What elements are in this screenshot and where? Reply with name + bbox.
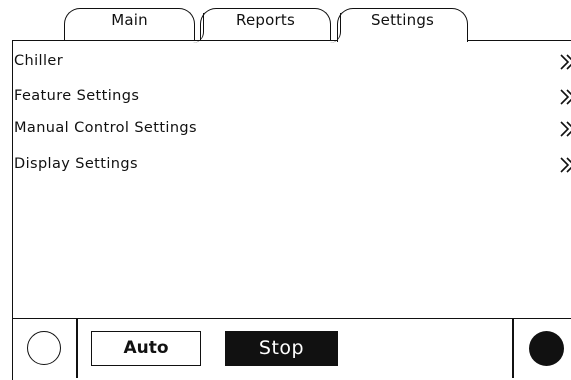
tab-main[interactable]: Main [64,8,195,41]
tab-reports[interactable]: Reports [200,8,331,43]
filled-circle-icon[interactable] [529,331,564,366]
tab-reports-notch [193,13,204,43]
menu-item-label: Feature Settings [14,88,140,104]
auto-button[interactable]: Auto [91,331,201,366]
menu-item-feature-settings[interactable]: Feature Settings [14,82,571,110]
double-chevron-right-icon [560,89,571,105]
double-chevron-right-icon [560,54,571,70]
stop-button[interactable]: Stop [225,331,338,366]
auto-button-label: Auto [123,338,169,358]
divider [76,318,78,378]
double-chevron-right-icon [560,157,571,173]
tab-main-label: Main [111,11,148,29]
tab-settings-notch [330,13,341,43]
menu-item-manual-control-settings[interactable]: Manual Control Settings [14,114,571,142]
menu-item-label: Manual Control Settings [14,120,197,136]
tab-settings-label: Settings [370,11,435,29]
stop-button-label: Stop [258,337,305,359]
divider [512,318,514,378]
menu-item-label: Chiller [14,53,64,69]
tab-settings[interactable]: Settings [337,8,468,43]
tab-reports-label: Reports [236,11,295,29]
empty-circle-icon[interactable] [27,331,61,365]
menu-item-display-settings[interactable]: Display Settings [14,150,571,178]
menu-item-chiller[interactable]: Chiller [14,47,571,75]
menu-item-label: Display Settings [14,156,138,172]
double-chevron-right-icon [560,121,571,137]
